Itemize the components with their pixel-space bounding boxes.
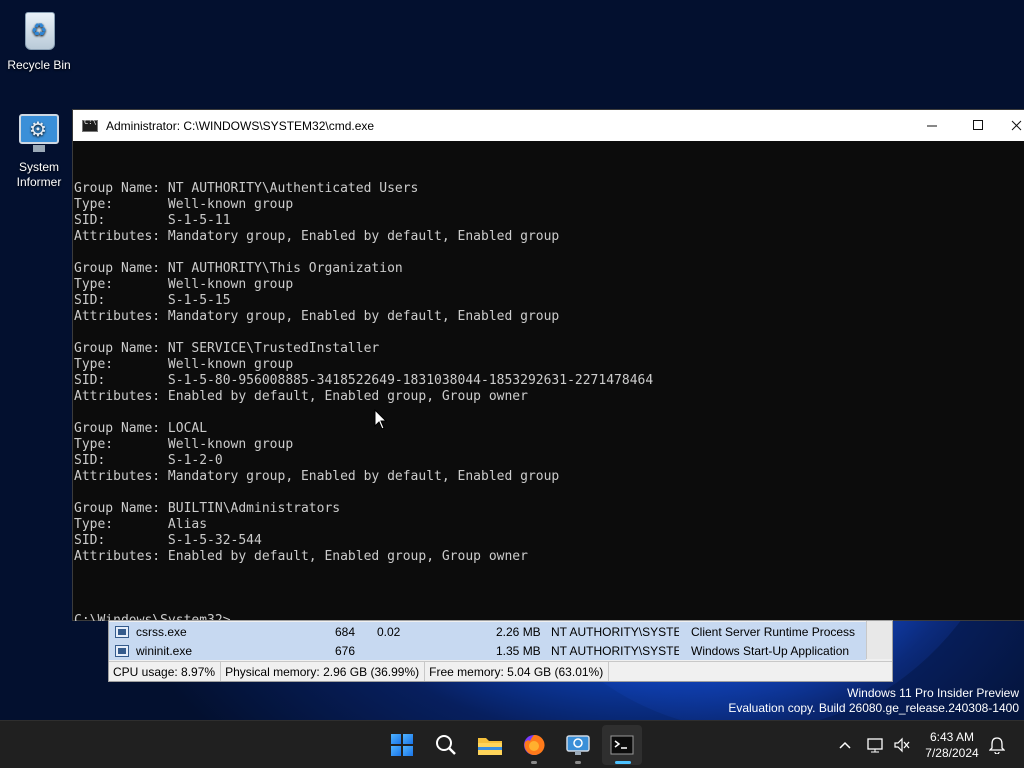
terminal-icon xyxy=(610,735,634,755)
console-line: Attributes: Mandatory group, Enabled by … xyxy=(74,229,560,244)
cmd-app-icon xyxy=(82,118,98,132)
desktop-icon-label: Recycle Bin xyxy=(7,58,71,72)
taskbar-clock[interactable]: 6:43 AM 7/28/2024 xyxy=(916,729,988,761)
cmd-window[interactable]: Administrator: C:\WINDOWS\SYSTEM32\cmd.e… xyxy=(72,109,1024,621)
show-hidden-icons-button[interactable] xyxy=(834,721,856,768)
clock-time: 6:43 AM xyxy=(929,730,975,744)
maximize-button[interactable] xyxy=(955,110,1001,141)
mouse-pointer-icon xyxy=(374,409,388,430)
search-button[interactable] xyxy=(426,725,466,765)
process-cpu: 0.02 xyxy=(377,624,401,639)
process-pid: 684 xyxy=(335,624,356,639)
console-line: Group Name: BUILTIN\Administrators xyxy=(74,501,341,516)
file-explorer-icon xyxy=(478,738,502,755)
volume-muted-button[interactable] xyxy=(890,721,914,768)
process-description: Windows Start-Up Application xyxy=(691,643,850,658)
process-pid: 676 xyxy=(335,643,356,658)
taskbar-system-informer[interactable] xyxy=(558,725,598,765)
console-line: Attributes: Mandatory group, Enabled by … xyxy=(74,309,560,324)
maximize-icon xyxy=(972,120,983,130)
desktop-icon-label: System Informer xyxy=(16,160,62,189)
taskbar-file-explorer[interactable] xyxy=(470,725,510,765)
clock-date: 7/28/2024 xyxy=(925,746,979,760)
console-line: SID: S-1-2-0 xyxy=(74,453,223,468)
close-button[interactable] xyxy=(1001,110,1024,141)
console-line: Attributes: Enabled by default, Enabled … xyxy=(74,549,528,564)
console-line: Group Name: NT SERVICE\TrustedInstaller xyxy=(74,341,380,356)
minimize-icon xyxy=(926,125,937,127)
minimize-button[interactable] xyxy=(909,110,955,141)
network-icon xyxy=(867,738,883,753)
search-icon xyxy=(436,735,456,755)
notifications-button[interactable] xyxy=(986,721,1008,768)
console-line: SID: S-1-5-11 xyxy=(74,213,231,228)
status-free-memory: Free memory: 5.04 GB (63.01%) xyxy=(425,662,610,681)
process-description: Client Server Runtime Process xyxy=(691,624,856,639)
console-line: Attributes: Enabled by default, Enabled … xyxy=(74,389,528,404)
chevron-up-icon xyxy=(839,741,851,749)
process-icon xyxy=(115,644,129,657)
evaluation-watermark: Windows 11 Pro Insider Preview Evaluatio… xyxy=(728,686,1019,716)
table-row[interactable]: csrss.exe 684 0.02 2.26 MB NT AUTHORITY\… xyxy=(109,622,866,641)
recycle-bin-icon xyxy=(15,6,63,54)
console-line: Type: Well-known group xyxy=(74,197,294,212)
console-line: SID: S-1-5-80-956008885-3418522649-18310… xyxy=(74,373,654,388)
status-physical-memory: Physical memory: 2.96 GB (36.99%) xyxy=(221,662,426,681)
bell-icon xyxy=(989,737,1005,754)
console-output[interactable]: Group Name: NT AUTHORITY\Authenticated U… xyxy=(73,141,1024,621)
process-memory: 2.26 MB xyxy=(496,624,541,639)
status-cpu: CPU usage: 8.97% xyxy=(109,662,222,681)
system-informer-icon xyxy=(566,735,590,755)
desktop-icon-system-informer[interactable]: System Informer xyxy=(1,108,77,190)
taskbar-terminal[interactable] xyxy=(602,725,642,765)
console-line: Type: Alias xyxy=(74,517,208,532)
console-lines: Group Name: NT AUTHORITY\Authenticated U… xyxy=(74,181,1024,581)
start-button[interactable] xyxy=(382,725,422,765)
process-name: wininit.exe xyxy=(136,643,193,658)
network-status[interactable] xyxy=(864,721,888,768)
console-line: SID: S-1-5-32-544 xyxy=(74,533,262,548)
console-line: Group Name: LOCAL xyxy=(74,421,208,436)
cmd-titlebar[interactable]: Administrator: C:\WINDOWS\SYSTEM32\cmd.e… xyxy=(73,110,1024,141)
system-informer-icon xyxy=(15,108,63,156)
process-icon xyxy=(115,625,129,638)
window-title: Administrator: C:\WINDOWS\SYSTEM32\cmd.e… xyxy=(106,118,375,133)
volume-muted-icon xyxy=(894,737,910,753)
console-line: Attributes: Mandatory group, Enabled by … xyxy=(74,469,560,484)
desktop-icon-recycle-bin[interactable]: Recycle Bin xyxy=(1,6,77,72)
console-line: Type: Well-known group xyxy=(74,357,294,372)
status-bar: CPU usage: 8.97% Physical memory: 2.96 G… xyxy=(109,661,892,681)
watermark-line-2: Evaluation copy. Build 26080.ge_release.… xyxy=(728,701,1019,715)
taskbar-firefox[interactable] xyxy=(514,725,554,765)
firefox-icon xyxy=(524,734,545,755)
console-line: Type: Well-known group xyxy=(74,277,294,292)
process-name: csrss.exe xyxy=(136,624,187,639)
vertical-scrollbar[interactable] xyxy=(866,621,892,659)
console-line: Group Name: NT AUTHORITY\This Organizati… xyxy=(74,261,403,276)
running-indicator xyxy=(531,761,537,764)
console-line: Type: Well-known group xyxy=(74,437,294,452)
close-icon xyxy=(1011,120,1021,131)
process-user: NT AUTHORITY\SYSTEM xyxy=(551,643,679,658)
taskbar: 6:43 AM 7/28/2024 xyxy=(0,720,1024,768)
table-row[interactable]: wininit.exe 676 1.35 MB NT AUTHORITY\SYS… xyxy=(109,641,866,660)
process-user: NT AUTHORITY\SYSTEM xyxy=(551,624,679,639)
console-line: Group Name: NT AUTHORITY\Authenticated U… xyxy=(74,181,419,196)
process-memory: 1.35 MB xyxy=(496,643,541,658)
active-indicator xyxy=(615,761,631,764)
start-icon xyxy=(391,734,413,756)
running-indicator xyxy=(575,761,581,764)
system-informer-window[interactable]: csrss.exe 684 0.02 2.26 MB NT AUTHORITY\… xyxy=(108,620,893,682)
console-line: SID: S-1-5-15 xyxy=(74,293,231,308)
watermark-line-1: Windows 11 Pro Insider Preview xyxy=(847,686,1019,700)
